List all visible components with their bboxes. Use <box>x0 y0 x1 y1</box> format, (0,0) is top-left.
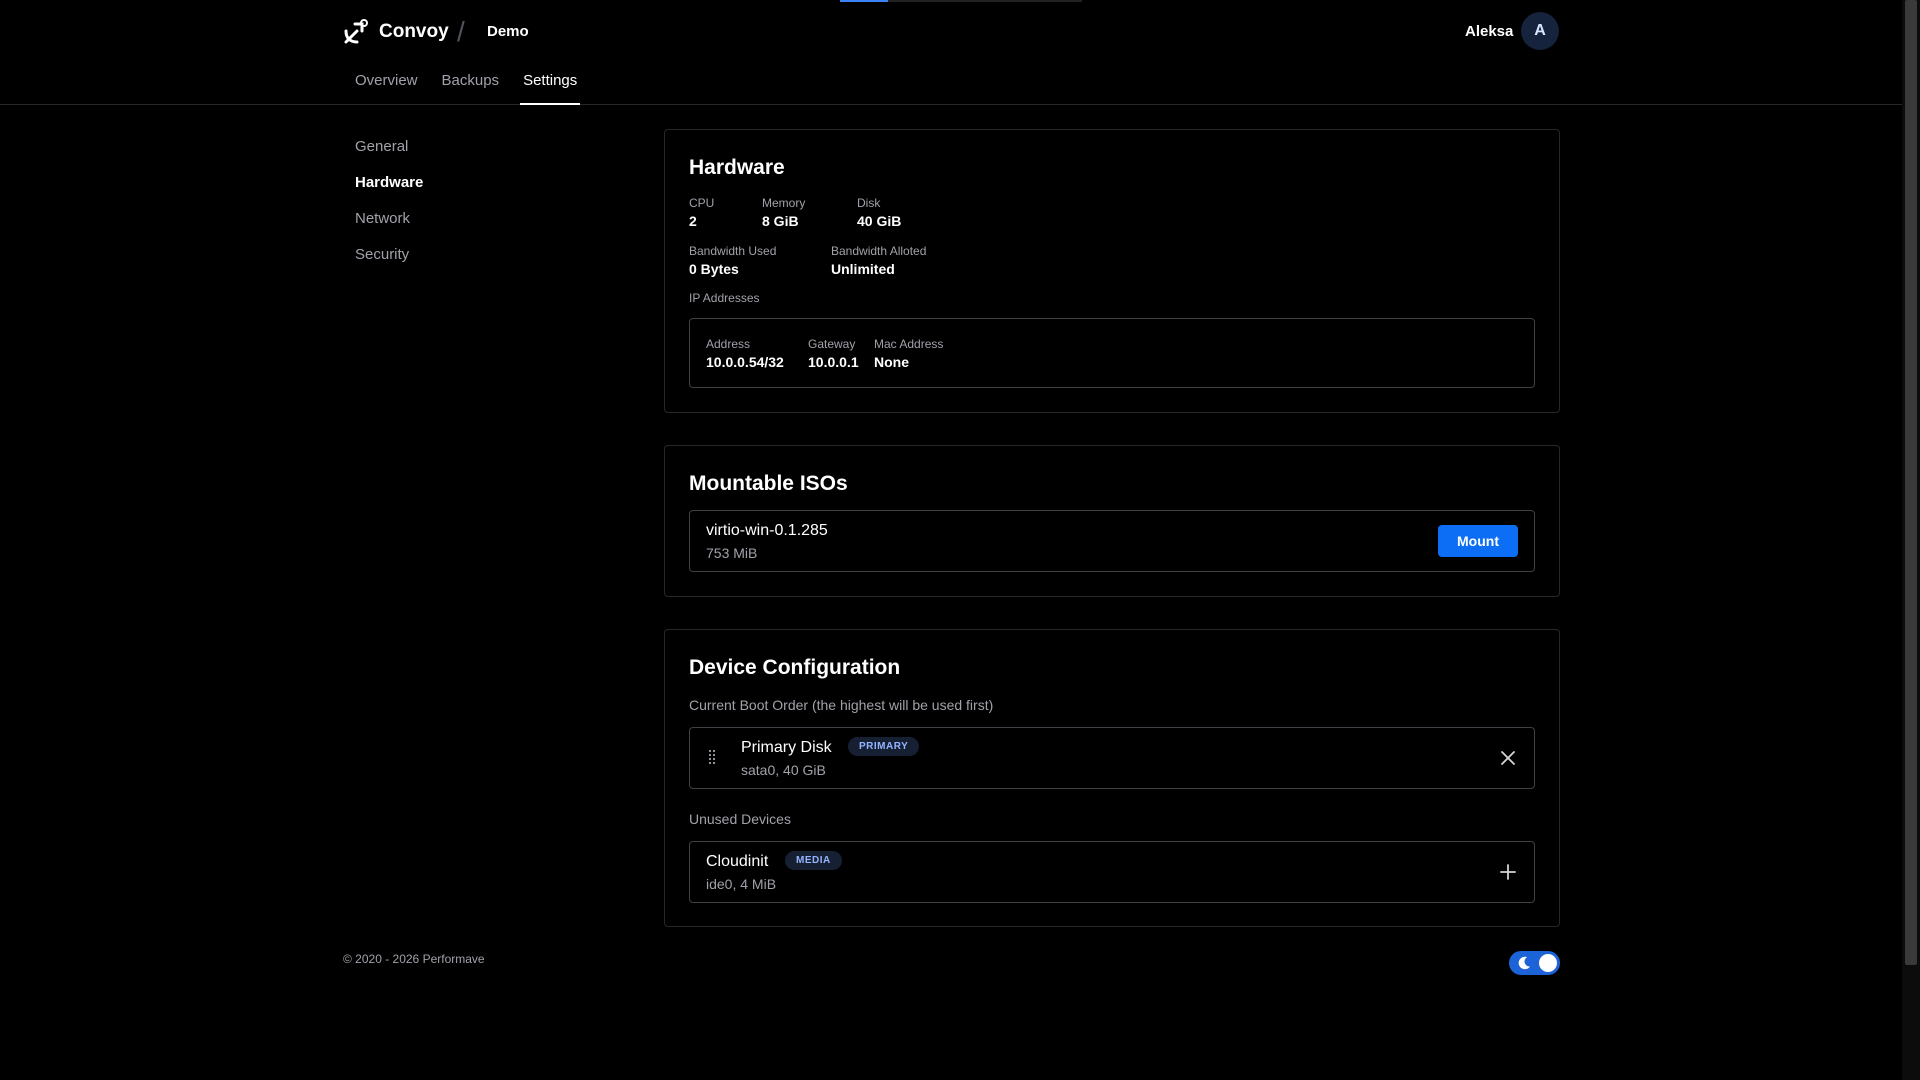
bandwidth-used-stat: Bandwidth Used 0 Bytes <box>689 244 776 277</box>
top-header: Convoy / Demo Aleksa A Overview Backups … <box>0 0 1902 105</box>
mac-address-value: None <box>874 354 909 370</box>
bandwidth-alloted-stat: Bandwidth Alloted Unlimited <box>831 244 926 277</box>
copyright-text: © 2020 - 2026 Performave <box>343 952 485 966</box>
main-tabs: Overview Backups Settings <box>355 72 604 105</box>
page-scrollbar[interactable] <box>1902 0 1920 1080</box>
unused-device-name: Cloudinit <box>706 853 769 870</box>
user-name[interactable]: Aleksa <box>1465 23 1513 40</box>
ip-address-label: Address <box>706 337 751 351</box>
moon-icon <box>1518 956 1530 970</box>
iso-size: 753 MiB <box>706 545 758 561</box>
iso-name: virtio-win-0.1.285 <box>706 522 828 539</box>
unused-device-detail: ide0, 4 MiB <box>706 876 777 892</box>
tab-overview[interactable]: Overview <box>355 72 418 105</box>
theme-toggle-knob <box>1539 954 1557 972</box>
gateway-stat: Gateway 10.0.0.1 <box>808 337 859 370</box>
convoy-logo-icon[interactable] <box>342 18 370 46</box>
ip-address-value: 10.0.0.54/32 <box>706 354 784 370</box>
bandwidth-used-label: Bandwidth Used <box>689 244 777 258</box>
hardware-card: Hardware CPU 2 Memory 8 GiB Disk 40 GiB … <box>664 129 1560 413</box>
theme-toggle[interactable] <box>1509 951 1560 975</box>
cpu-stat: CPU 2 <box>689 196 714 229</box>
ip-address-row: Address 10.0.0.54/32 Gateway 10.0.0.1 Ma… <box>689 318 1535 388</box>
ip-addresses-label: IP Addresses <box>689 291 760 305</box>
page: Convoy / Demo Aleksa A Overview Backups … <box>0 0 1920 1080</box>
device-configuration-title: Device Configuration <box>689 656 901 679</box>
sidebar-item-hardware[interactable]: Hardware <box>355 173 423 209</box>
mountable-isos-card: Mountable ISOs virtio-win-0.1.285 753 Mi… <box>664 445 1560 597</box>
bandwidth-alloted-label: Bandwidth Alloted <box>831 244 927 258</box>
gateway-label: Gateway <box>808 337 856 351</box>
tab-settings[interactable]: Settings <box>520 72 581 105</box>
gateway-value: 10.0.0.1 <box>808 354 859 370</box>
iso-item: virtio-win-0.1.285 753 MiB Mount <box>689 510 1535 572</box>
media-badge: MEDIA <box>785 851 842 870</box>
drag-handle-icon[interactable] <box>708 749 716 767</box>
breadcrumb-separator: / <box>457 16 465 47</box>
sidebar-item-general[interactable]: General <box>355 137 423 173</box>
memory-value: 8 GiB <box>762 213 799 229</box>
scrollbar-thumb[interactable] <box>1905 0 1917 965</box>
mount-button[interactable]: Mount <box>1438 525 1518 557</box>
close-icon[interactable] <box>1498 748 1518 768</box>
bandwidth-used-value: 0 Bytes <box>689 261 739 277</box>
mac-address-label: Mac Address <box>874 337 944 351</box>
memory-stat: Memory 8 GiB <box>762 196 805 229</box>
sidebar-item-network[interactable]: Network <box>355 209 423 245</box>
breadcrumb-server-name[interactable]: Demo <box>487 23 529 40</box>
tab-backups[interactable]: Backups <box>442 72 500 105</box>
memory-label: Memory <box>762 196 806 210</box>
mountable-isos-title: Mountable ISOs <box>689 472 848 495</box>
settings-sidebar: General Hardware Network Security <box>355 137 423 281</box>
cpu-label: CPU <box>689 196 715 210</box>
avatar[interactable]: A <box>1521 12 1559 50</box>
sidebar-item-security[interactable]: Security <box>355 245 423 281</box>
boot-device-detail: sata0, 40 GiB <box>741 762 826 778</box>
disk-label: Disk <box>857 196 881 210</box>
disk-value: 40 GiB <box>857 213 902 229</box>
cpu-value: 2 <box>689 213 697 229</box>
boot-order-label: Current Boot Order (the highest will be … <box>689 697 994 713</box>
unused-device-item: Cloudinit MEDIA ide0, 4 MiB <box>689 841 1535 903</box>
boot-device-name: Primary Disk <box>741 739 832 756</box>
primary-badge: PRIMARY <box>848 737 920 756</box>
plus-icon[interactable] <box>1498 862 1518 882</box>
mac-address-stat: Mac Address None <box>874 337 943 370</box>
ip-address-stat: Address 10.0.0.54/32 <box>706 337 784 370</box>
unused-devices-label: Unused Devices <box>689 811 791 827</box>
device-configuration-card: Device Configuration Current Boot Order … <box>664 629 1560 927</box>
boot-order-item[interactable]: Primary Disk PRIMARY sata0, 40 GiB <box>689 727 1535 789</box>
brand-name[interactable]: Convoy <box>379 21 449 43</box>
disk-stat: Disk 40 GiB <box>857 196 901 229</box>
bandwidth-alloted-value: Unlimited <box>831 261 895 277</box>
hardware-title: Hardware <box>689 156 785 179</box>
